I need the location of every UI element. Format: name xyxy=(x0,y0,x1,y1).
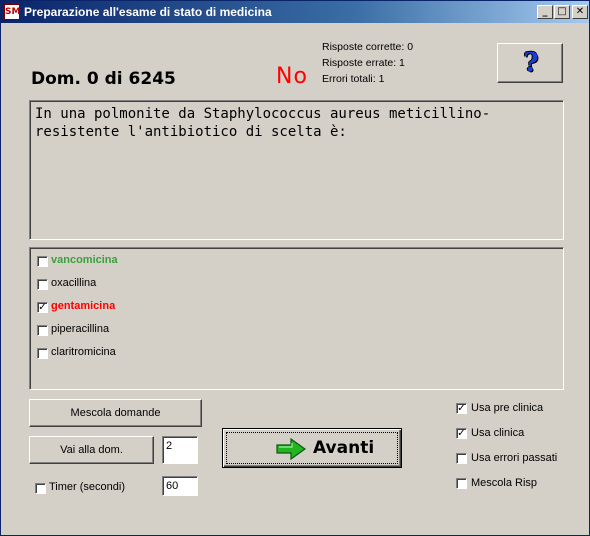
title-bar[interactable]: SM Preparazione all'esame di stato di me… xyxy=(1,1,589,23)
answer-checkbox-1[interactable] xyxy=(37,256,48,267)
option-checkbox-shuffle-answers[interactable] xyxy=(456,478,467,489)
question-counter: Dom. 0 di 6245 xyxy=(31,69,176,89)
option-label-pre-clinical[interactable]: Usa pre clinica xyxy=(471,402,543,414)
timer-label[interactable]: Timer (secondi) xyxy=(49,481,125,493)
answer-label-1[interactable]: vancomicina xyxy=(51,254,118,266)
option-label-past-errors[interactable]: Usa errori passati xyxy=(471,452,557,464)
option-checkbox-clinical[interactable]: ✓ xyxy=(456,428,467,439)
timer-checkbox[interactable] xyxy=(35,483,46,494)
question-box: In una polmonite da Staphylococcus aureu… xyxy=(29,100,564,240)
wrong-answers-count: Risposte errate: 1 xyxy=(322,57,405,69)
app-window: SM Preparazione all'esame di stato di me… xyxy=(0,0,590,536)
answer-label-5[interactable]: claritromicina xyxy=(51,346,116,358)
answer-label-4[interactable]: piperacillina xyxy=(51,323,109,335)
answers-box: vancomicina oxacillina ✓ gentamicina pip… xyxy=(29,247,564,390)
option-label-shuffle-answers[interactable]: Mescola Risp xyxy=(471,477,537,489)
answer-checkbox-3[interactable]: ✓ xyxy=(37,302,48,313)
result-label: No xyxy=(276,64,308,89)
answer-label-3[interactable]: gentamicina xyxy=(51,300,115,312)
answer-checkbox-4[interactable] xyxy=(37,325,48,336)
next-button[interactable]: Avanti xyxy=(222,428,402,468)
answer-checkbox-5[interactable] xyxy=(37,348,48,359)
window-title: Preparazione all'esame di stato di medic… xyxy=(24,5,272,19)
timer-seconds-input[interactable]: 60 xyxy=(162,476,198,496)
shuffle-questions-button[interactable]: Mescola domande xyxy=(29,399,202,427)
arrow-right-icon xyxy=(276,438,306,460)
question-text: In una polmonite da Staphylococcus aureu… xyxy=(35,106,491,140)
close-button[interactable]: ✕ xyxy=(572,5,588,19)
option-checkbox-pre-clinical[interactable]: ✓ xyxy=(456,403,467,414)
next-button-label: Avanti xyxy=(313,438,375,458)
option-checkbox-past-errors[interactable] xyxy=(456,453,467,464)
answer-label-2[interactable]: oxacillina xyxy=(51,277,96,289)
app-icon[interactable]: SM xyxy=(4,4,20,20)
correct-answers-count: Risposte corrette: 0 xyxy=(322,41,414,53)
help-button[interactable]: ? xyxy=(497,43,563,83)
total-errors-count: Errori totali: 1 xyxy=(322,73,385,85)
goto-question-button[interactable]: Vai alla dom. xyxy=(29,436,154,464)
minimize-button[interactable]: _ xyxy=(537,5,553,19)
answer-checkbox-2[interactable] xyxy=(37,279,48,290)
goto-question-input[interactable]: 2 xyxy=(162,436,198,464)
question-icon: ? xyxy=(523,48,539,78)
option-label-clinical[interactable]: Usa clinica xyxy=(471,427,524,439)
maximize-button[interactable]: □ xyxy=(554,5,570,19)
